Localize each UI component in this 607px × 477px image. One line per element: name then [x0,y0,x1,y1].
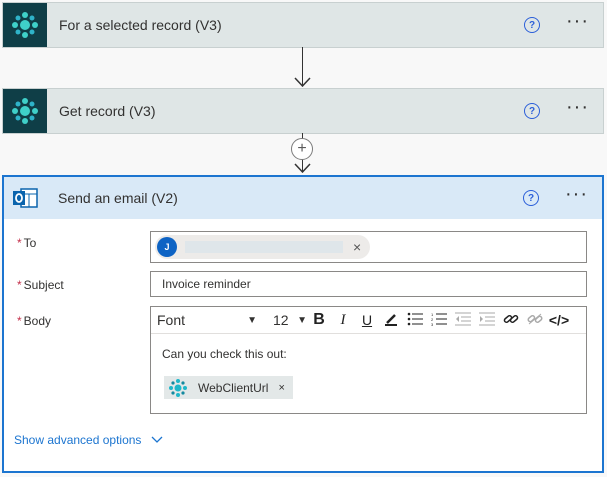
more-options-icon[interactable]: ··· [565,184,588,207]
dynamics-app-icon [3,3,47,47]
body-editor[interactable]: Font ▼ 12 ▼ B I U 123 </> Can you check … [150,306,587,414]
underline-icon[interactable]: U [355,312,379,328]
remove-token-icon[interactable]: × [278,382,284,394]
bold-icon[interactable]: B [307,311,331,329]
to-input[interactable]: J × [150,231,587,263]
chevron-down-icon [151,436,163,443]
color-picker-icon[interactable] [379,312,403,329]
body-text[interactable]: Can you check this out: [162,347,287,361]
get-record-title[interactable]: Get record (V3) [59,103,524,119]
font-select[interactable]: Font ▼ [157,312,257,328]
more-options-icon[interactable]: ··· [566,11,589,34]
send-email-card: Send an email (V2) ? ··· * To J × * Subjec… [2,175,604,473]
get-record-card[interactable]: Get record (V3) ? ··· [2,88,604,134]
to-label: * To [17,236,37,250]
required-marker: * [17,314,22,328]
insert-step-button[interactable]: + [291,138,313,160]
bulleted-list-icon[interactable] [403,312,427,329]
dynamics-app-icon [3,89,47,133]
code-view-icon[interactable]: </> [547,312,571,328]
more-options-icon[interactable]: ··· [566,97,589,120]
editor-toolbar: Font ▼ 12 ▼ B I U 123 </> [151,307,586,334]
help-icon[interactable]: ? [524,103,541,119]
show-advanced-options-link[interactable]: Show advanced options [14,433,163,447]
italic-icon[interactable]: I [331,312,355,329]
unlink-icon[interactable] [523,312,547,329]
help-icon[interactable]: ? [523,190,540,206]
increase-indent-icon[interactable] [475,312,499,329]
avatar: J [157,237,177,257]
trigger-card[interactable]: For a selected record (V3) ? ··· [2,2,604,48]
send-email-title[interactable]: Send an email (V2) [58,190,523,206]
link-icon[interactable] [499,312,523,329]
subject-input[interactable]: Invoice reminder [150,271,587,297]
required-marker: * [17,236,22,250]
arrow-down-icon [294,163,311,173]
remove-recipient-icon[interactable]: × [353,239,361,255]
caret-down-icon: ▼ [247,314,257,326]
caret-down-icon: ▼ [297,314,307,326]
arrow-down-icon [294,77,311,87]
trigger-title[interactable]: For a selected record (V3) [59,17,524,33]
svg-text:3: 3 [431,322,434,326]
help-icon[interactable]: ? [524,17,541,33]
required-marker: * [17,278,22,292]
body-label: * Body [17,314,52,328]
recipient-redacted [185,241,343,253]
dynamic-content-token[interactable]: WebClientUrl × [164,376,293,399]
outlook-icon [4,177,46,219]
recipient-token[interactable]: J × [155,235,370,259]
dynamic-token-label: WebClientUrl [198,380,269,395]
numbered-list-icon[interactable]: 123 [427,312,451,329]
font-size-select[interactable]: 12 ▼ [273,312,307,328]
subject-label: * Subject [17,278,64,292]
dynamics-app-icon [169,378,187,397]
decrease-indent-icon[interactable] [451,312,475,329]
